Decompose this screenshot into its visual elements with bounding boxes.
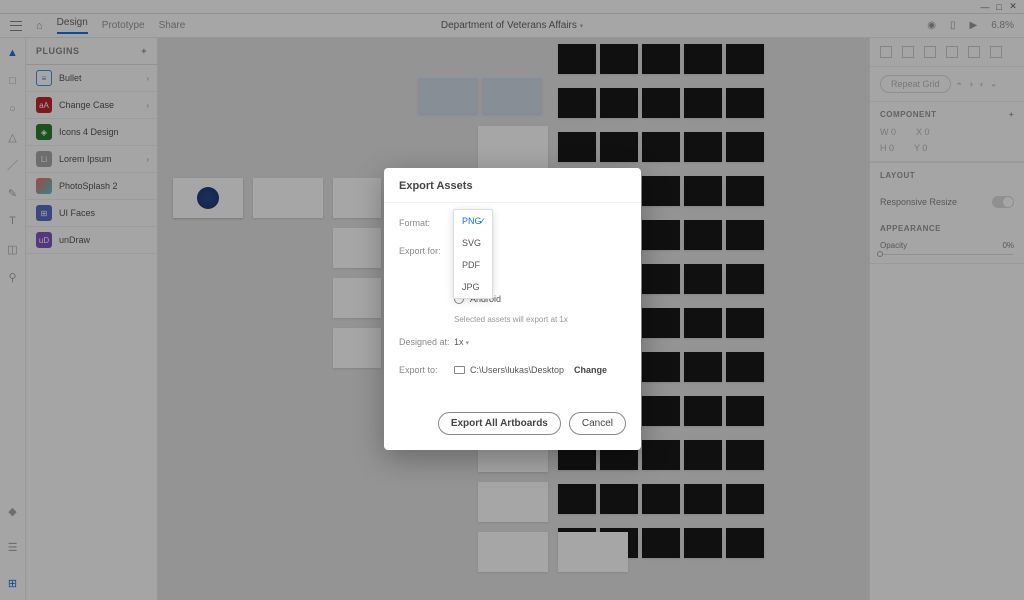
format-label: Format:	[399, 218, 454, 228]
change-path-button[interactable]: Change	[574, 365, 607, 375]
export-all-button[interactable]: Export All Artboards	[438, 412, 561, 435]
designedat-label: Designed at:	[399, 337, 454, 347]
format-dropdown: PNG SVG PDF JPG	[453, 209, 493, 299]
exportto-label: Export to:	[399, 365, 454, 375]
format-option-jpg[interactable]: JPG	[454, 276, 492, 298]
dialog-title: Export Assets	[384, 168, 641, 203]
format-option-png[interactable]: PNG	[454, 210, 492, 232]
designedat-select[interactable]: 1x	[454, 337, 469, 347]
format-option-svg[interactable]: SVG	[454, 232, 492, 254]
cancel-button[interactable]: Cancel	[569, 412, 626, 435]
export-path: C:\Users\lukas\Desktop	[470, 365, 564, 375]
exportfor-label: Export for:	[399, 246, 454, 256]
export-note: Selected assets will export at 1x	[454, 315, 626, 324]
folder-icon	[454, 366, 465, 374]
format-option-pdf[interactable]: PDF	[454, 254, 492, 276]
export-assets-dialog: Export Assets Format: Export for: Androi…	[384, 168, 641, 450]
